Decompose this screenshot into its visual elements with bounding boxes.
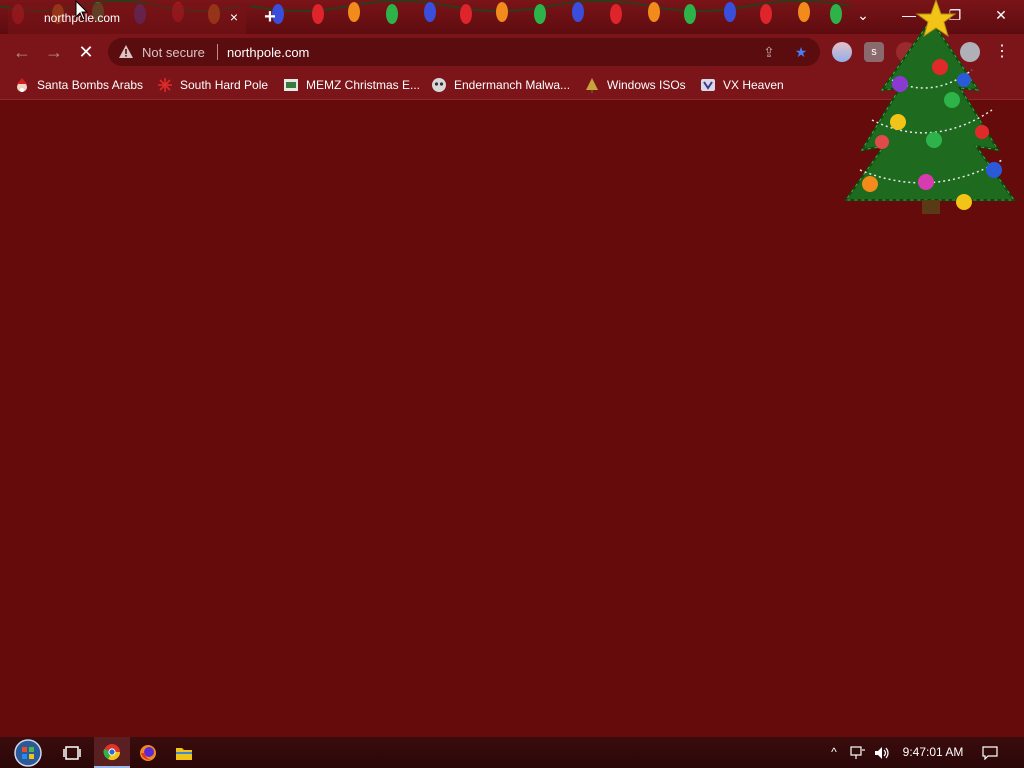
back-button[interactable]: ←: [10, 40, 34, 64]
bookmark-label: Windows ISOs: [607, 78, 686, 92]
taskbar: ^ 9:47:01 AM: [0, 737, 1024, 768]
taskbar-firefox-button[interactable]: [130, 737, 166, 768]
tab-northpole[interactable]: northpole.com ×: [8, 3, 246, 34]
bookmark-label: Endermanch Malwa...: [454, 78, 571, 92]
volume-icon[interactable]: [874, 737, 892, 768]
bookmark-label: South Hard Pole: [180, 78, 269, 92]
bookmark-label: MEMZ Christmas E...: [306, 78, 421, 92]
bookmark-label: VX Heaven: [723, 78, 784, 92]
bookmark-vx-heaven[interactable]: VX Heaven: [700, 76, 784, 94]
taskbar-file-explorer-button[interactable]: [166, 737, 202, 768]
windows-start-orb-icon: [14, 738, 42, 767]
tab-close-icon[interactable]: ×: [226, 9, 242, 25]
share-icon[interactable]: ⇪: [760, 43, 778, 61]
task-view-button[interactable]: [54, 737, 90, 768]
taskbar-clock[interactable]: 9:47:01 AM: [900, 737, 966, 768]
bookmark-santa-bombs-arabs[interactable]: Santa Bombs Arabs: [14, 76, 143, 94]
network-icon[interactable]: [850, 737, 868, 768]
speaker-glyph: [875, 747, 889, 759]
action-center-icon[interactable]: [982, 737, 1002, 768]
taskbar-chrome-button[interactable]: [94, 737, 130, 768]
christmas-tree-image: [844, 0, 1016, 214]
url-text[interactable]: northpole.com: [227, 45, 309, 60]
tree-small-icon: [586, 78, 598, 93]
bookmark-south-hard-pole[interactable]: South Hard Pole: [157, 76, 268, 94]
start-button[interactable]: [8, 737, 48, 768]
task-view-icon: [63, 745, 81, 760]
vx-icon: [701, 79, 715, 91]
folder-icon: [176, 747, 192, 760]
bookmark-endermanch-malware[interactable]: Endermanch Malwa...: [431, 76, 570, 94]
chrome-icon: [103, 743, 121, 760]
bookmark-label: Santa Bombs Arabs: [37, 78, 144, 92]
notification-glyph: [982, 746, 998, 761]
endermanch-icon: [432, 78, 446, 92]
new-tab-button[interactable]: +: [258, 6, 282, 28]
memz-icon: [284, 79, 298, 91]
bookmark-memz-christmas[interactable]: MEMZ Christmas E...: [283, 76, 420, 94]
bookmark-windows-isos[interactable]: Windows ISOs: [584, 76, 686, 94]
tray-overflow-icon[interactable]: ^: [826, 737, 842, 768]
santa-icon: [17, 78, 27, 92]
forward-button[interactable]: →: [42, 40, 66, 64]
network-glyph: [850, 746, 865, 759]
stop-loading-button[interactable]: ✕: [74, 40, 98, 64]
snowflake-icon: [158, 78, 172, 92]
firefox-icon: [140, 744, 156, 761]
security-status[interactable]: Not secure: [142, 45, 205, 60]
warning-icon[interactable]: [118, 44, 134, 60]
address-bar[interactable]: Not secure northpole.com ⇪ ★: [108, 38, 820, 66]
bookmark-star-icon[interactable]: ★: [792, 43, 810, 61]
address-separator: [217, 44, 218, 60]
mouse-cursor: [75, 0, 89, 21]
